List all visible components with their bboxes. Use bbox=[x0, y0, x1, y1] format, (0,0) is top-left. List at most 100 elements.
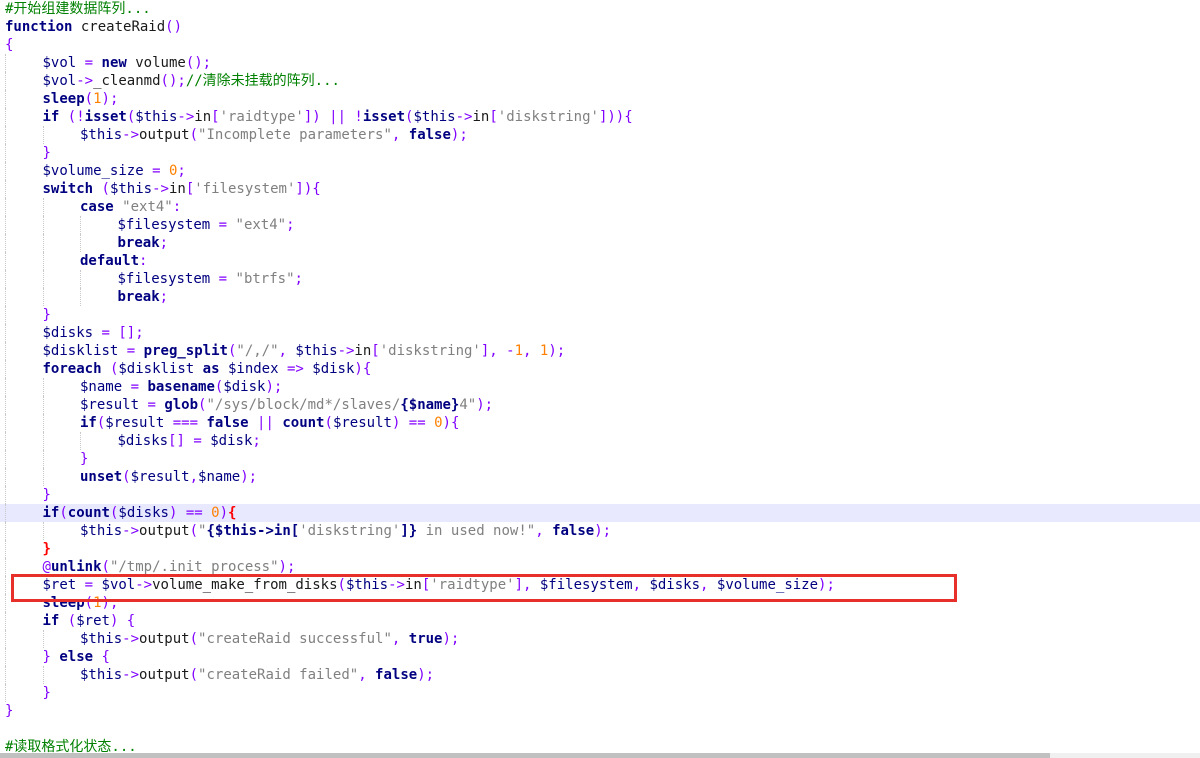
indent-guide bbox=[42, 378, 44, 396]
code-line[interactable]: } bbox=[0, 450, 1200, 468]
code-token: = bbox=[76, 55, 102, 71]
code-token: ( bbox=[59, 505, 68, 521]
code-line[interactable]: $vol->_cleanmd();//清除未挂载的阵列... bbox=[0, 72, 1200, 90]
code-line[interactable]: switch ($this->in['filesystem']){ bbox=[0, 180, 1200, 198]
code-token: [] = bbox=[168, 433, 211, 449]
code-text: sleep(1); bbox=[43, 594, 119, 612]
code-token: ); bbox=[101, 91, 119, 107]
code-token: ) == bbox=[391, 415, 435, 431]
indent-guide bbox=[42, 630, 44, 648]
code-token: ( bbox=[122, 469, 131, 485]
code-line[interactable]: } bbox=[0, 486, 1200, 504]
code-line[interactable]: if (!isset($this->in['raidtype']) || !is… bbox=[0, 108, 1200, 126]
code-token: false bbox=[206, 415, 249, 431]
code-token: , bbox=[523, 343, 540, 359]
code-editor[interactable]: #开始组建数据阵列... function createRaid(){$vol =… bbox=[0, 0, 1200, 758]
code-token: $result bbox=[332, 415, 392, 431]
code-token: , bbox=[700, 577, 717, 593]
horizontal-scrollbar[interactable] bbox=[0, 753, 1200, 758]
code-line[interactable]: $vol = new volume(); bbox=[0, 54, 1200, 72]
code-line[interactable]: default: bbox=[0, 252, 1200, 270]
code-line[interactable]: $result = glob("/sys/block/md*/slaves/{$… bbox=[0, 396, 1200, 414]
code-token: , bbox=[535, 523, 553, 539]
code-token: ; bbox=[177, 163, 186, 179]
code-text: function createRaid() bbox=[5, 18, 182, 36]
indent-guide bbox=[5, 558, 6, 576]
code-line[interactable]: } bbox=[0, 702, 1200, 720]
horizontal-scrollbar-thumb[interactable] bbox=[0, 753, 1050, 758]
code-line[interactable]: function createRaid() bbox=[0, 18, 1200, 36]
code-token: $disks bbox=[649, 577, 701, 593]
code-line[interactable]: $this->output("createRaid failed", false… bbox=[0, 666, 1200, 684]
code-line[interactable]: $this->output("{$this->in['diskstring']}… bbox=[0, 522, 1200, 540]
code-line[interactable]: } bbox=[0, 684, 1200, 702]
code-line[interactable]: $this->output("Incomplete parameters", f… bbox=[0, 126, 1200, 144]
code-line[interactable]: } bbox=[0, 540, 1200, 558]
code-text: $disks[] = $disk; bbox=[118, 432, 261, 450]
code-text: } bbox=[43, 684, 51, 702]
code-token: preg_split bbox=[143, 343, 228, 359]
code-token: = bbox=[76, 577, 102, 593]
code-token: 1 bbox=[514, 343, 524, 359]
code-line[interactable]: sleep(1); bbox=[0, 90, 1200, 108]
code-token: -> bbox=[388, 577, 405, 593]
code-token: ], - bbox=[480, 343, 515, 359]
code-token: if bbox=[42, 109, 60, 125]
code-token: ) bbox=[219, 505, 228, 521]
code-line[interactable]: case "ext4": bbox=[0, 198, 1200, 216]
code-token: //清除未挂载的阵列... bbox=[185, 73, 340, 89]
code-line[interactable]: } bbox=[0, 144, 1200, 162]
indent-guide bbox=[5, 378, 6, 396]
indent-guide bbox=[42, 468, 44, 486]
indent-guide bbox=[5, 594, 6, 612]
code-token: ( bbox=[101, 559, 110, 575]
code-line[interactable]: $disks[] = $disk; bbox=[0, 432, 1200, 450]
code-token: = bbox=[210, 217, 236, 233]
code-token: output bbox=[139, 667, 190, 683]
code-line[interactable]: $ret = $vol->volume_make_from_disks($thi… bbox=[0, 576, 1200, 594]
code-token: ]) || ! bbox=[303, 109, 363, 125]
code-token: $this bbox=[135, 109, 178, 125]
code-token: -> bbox=[122, 127, 140, 143]
code-token: ); bbox=[548, 343, 566, 359]
code-line[interactable]: @unlink("/tmp/.init_process"); bbox=[0, 558, 1200, 576]
code-token: = []; bbox=[93, 325, 144, 341]
code-token: "/tmp/.init_process" bbox=[109, 559, 279, 575]
code-line[interactable] bbox=[0, 720, 1200, 738]
code-token: "ext4" bbox=[235, 217, 287, 233]
code-line[interactable]: #开始组建数据阵列... bbox=[0, 0, 1200, 18]
code-token: } bbox=[42, 307, 51, 323]
indent-guide bbox=[5, 306, 6, 324]
code-line[interactable]: } else { bbox=[0, 648, 1200, 666]
code-line[interactable]: $disks = []; bbox=[0, 324, 1200, 342]
code-line[interactable]: } bbox=[0, 306, 1200, 324]
code-line[interactable]: foreach ($disklist as $index => $disk){ bbox=[0, 360, 1200, 378]
code-line[interactable]: $this->output("createRaid successful", t… bbox=[0, 630, 1200, 648]
code-line[interactable]: $filesystem = "ext4"; bbox=[0, 216, 1200, 234]
code-line[interactable]: $disklist = preg_split("/,/", $this->in[… bbox=[0, 342, 1200, 360]
code-token: ) { bbox=[109, 613, 136, 629]
code-token: ); bbox=[818, 577, 835, 593]
code-line[interactable]: sleep(1); bbox=[0, 594, 1200, 612]
code-line[interactable]: if(count($disks) == 0){ bbox=[0, 504, 1200, 522]
code-line[interactable]: unset($result,$name); bbox=[0, 468, 1200, 486]
code-token: ( bbox=[324, 415, 333, 431]
code-line[interactable]: if($result === false || count($result) =… bbox=[0, 414, 1200, 432]
code-line[interactable]: { bbox=[0, 36, 1200, 54]
code-line[interactable]: $name = basename($disk); bbox=[0, 378, 1200, 396]
code-token: } bbox=[80, 451, 89, 467]
code-token: , bbox=[189, 469, 199, 485]
code-token: -> bbox=[455, 109, 473, 125]
code-line[interactable]: break; bbox=[0, 288, 1200, 306]
code-line[interactable]: break; bbox=[0, 234, 1200, 252]
indent-guide bbox=[5, 684, 6, 702]
code-text: $volume_size = 0; bbox=[43, 162, 186, 180]
code-token: ); bbox=[265, 379, 283, 395]
code-line[interactable]: $filesystem = "btrfs"; bbox=[0, 270, 1200, 288]
code-line[interactable]: $volume_size = 0; bbox=[0, 162, 1200, 180]
code-token: true bbox=[408, 631, 443, 647]
code-line[interactable]: if ($ret) { bbox=[0, 612, 1200, 630]
indent-guide bbox=[5, 450, 6, 468]
code-text: } bbox=[43, 540, 51, 558]
